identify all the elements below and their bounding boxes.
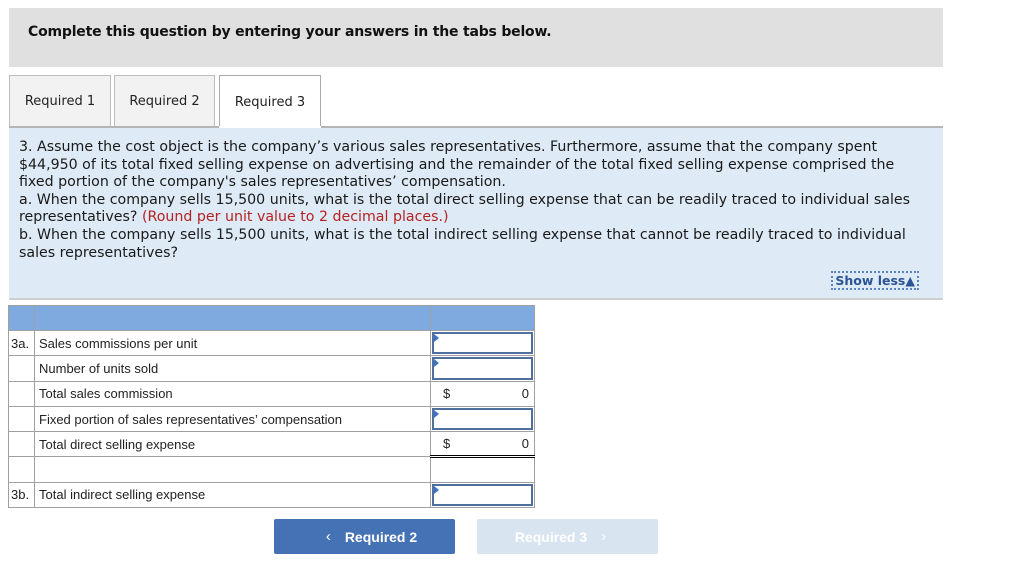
table-row: 3b. Total indirect selling expense: [8, 481, 535, 509]
total-sales-commission-value: $ 0: [430, 380, 535, 407]
table-header-row: [8, 305, 535, 331]
row-label: [8, 380, 35, 407]
row-description: Total sales commission: [34, 380, 431, 407]
table-row: 3a. Sales commissions per unit: [8, 329, 535, 357]
currency-symbol: $: [443, 385, 451, 401]
row-description: Fixed portion of sales representatives’ …: [34, 405, 431, 433]
sales-commissions-per-unit-input[interactable]: [432, 332, 533, 355]
show-less-link[interactable]: Show less▲: [831, 271, 919, 290]
question-text: 3. Assume the cost object is the company…: [19, 139, 929, 262]
next-button-label: Required 3: [514, 528, 588, 545]
row-label: [8, 456, 35, 483]
currency-symbol: $: [443, 436, 451, 452]
rounding-note: (Round per unit value to 2 decimal place…: [141, 209, 449, 226]
question-part-b: b. When the company sells 15,500 units, …: [19, 226, 906, 261]
row-description: Number of units sold: [34, 355, 431, 382]
row-description: Total direct selling expense: [34, 431, 431, 458]
instructions-text: Complete this question by entering your …: [28, 24, 552, 40]
row-label: [8, 431, 35, 458]
question-intro: 3. Assume the cost object is the company…: [19, 139, 895, 191]
question-panel: 3. Assume the cost object is the company…: [9, 128, 943, 298]
tab-required-2[interactable]: Required 2: [114, 75, 215, 127]
table-row: Fixed portion of sales representatives’ …: [8, 405, 535, 433]
next-required-3-button[interactable]: Required 3 ›: [477, 519, 658, 554]
table-row: Total sales commission $ 0: [8, 380, 535, 407]
fixed-compensation-input[interactable]: [432, 407, 533, 431]
prev-required-2-button[interactable]: ‹ Required 2: [274, 519, 455, 554]
row-label: [8, 405, 35, 433]
row-label: 3b.: [8, 481, 35, 509]
question-divider: [9, 298, 943, 300]
computed-value: 0: [521, 436, 529, 452]
tab-required-3[interactable]: Required 3: [219, 75, 321, 129]
prev-button-label: Required 2: [344, 528, 418, 545]
total-direct-selling-expense-value: $ 0: [430, 431, 535, 459]
computed-value: 0: [521, 385, 529, 401]
row-label: [8, 355, 35, 382]
total-indirect-selling-expense-input[interactable]: [432, 483, 533, 507]
row-description: [34, 456, 431, 483]
table-row: Number of units sold: [8, 355, 535, 382]
instructions-banner: Complete this question by entering your …: [9, 8, 943, 67]
chevron-right-icon: ›: [601, 528, 607, 545]
tab-required-1[interactable]: Required 1: [9, 75, 111, 127]
row-description: Sales commissions per unit: [34, 329, 431, 357]
table-row: Total direct selling expense $ 0: [8, 431, 535, 459]
row-description: Total indirect selling expense: [34, 481, 431, 509]
table-row: [8, 456, 535, 483]
number-of-units-sold-input[interactable]: [432, 357, 533, 380]
chevron-left-icon: ‹: [325, 528, 331, 545]
row-label: 3a.: [8, 329, 35, 357]
answer-table: 3a. Sales commissions per unit Number of…: [8, 305, 535, 509]
